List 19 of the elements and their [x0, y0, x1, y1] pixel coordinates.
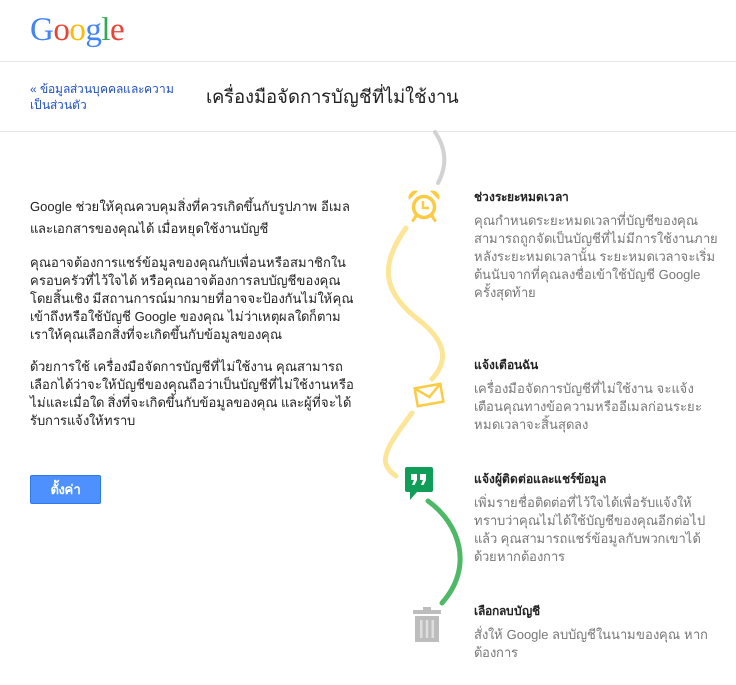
- timeline-curve: [433, 130, 446, 185]
- step-description: สั่งให้ Google ลบบัญชีในนามของคุณ หากต้องการ: [474, 626, 709, 662]
- intro-paragraph: ด้วยการใช้ เครื่องมือจัดการบัญชีที่ไม่ใช้งาน คุณสามารถเลือกได้ว่าจะให้บัญชีของคุณถือว่าเป็นบัญชีที่ไม่ใช้งานหรือไม่และเมื่อใด สิ่งที่จะเกิดขึ้นกับข้อมูลของคุณ และผู้ที่จะได้รับการแจ้งให้ทราบ: [30, 358, 355, 430]
- timeline-curve: [382, 410, 414, 478]
- back-link[interactable]: « ข้อมูลส่วนบุคคลและความเป็นส่วนตัว: [30, 80, 192, 112]
- intro-paragraph: คุณอาจต้องการแชร์ข้อมูลของคุณกับเพื่อนหรือสมาชิกในครอบครัวที่ไว้ใจได้ หรือคุณอาจต้องการลบบัญชีของคุณโดยสิ้นเชิง มีสถานการณ์มากมายที่อาจจะป้องกันไม่ให้คุณเข้าถึงหรือใช้บัญชี Google ของคุณ ไม่ว่าเหตุผลใดก็ตาม เราให้คุณเลือกสิ่งที่จะเกิดขึ้นกับข้อมูลของคุณ: [30, 254, 355, 344]
- alarm-clock-icon: [408, 190, 440, 222]
- quote-bubble-icon: [405, 467, 433, 500]
- step-title: เลือกลบบัญชี: [474, 603, 541, 620]
- page-title: เครื่องมือจัดการบัญชีที่ไม่ใช้งาน: [206, 84, 459, 110]
- trash-icon: [413, 607, 441, 642]
- step-description: คุณกำหนดระยะหมดเวลาที่บัญชีของคุณสามารถถูกจัดเป็นบัญชีที่ไม่มีการใช้งานภายหลังระยะหมดเวลานั้น ระยะหมดเวลาจะเริ่มต้นนับจากที่คุณลงชื่อเข้าใช้บัญชี Google ครั้งสุดท้าย: [474, 212, 719, 302]
- intro-paragraph: Google ช่วยให้คุณควบคุมสิ่งที่ควรเกิดขึ้นกับรูปภาพ อีเมล และเอกสารของคุณได้ เมื่อหยุดใช้งานบัญชี: [30, 196, 352, 238]
- step-description: เครื่องมือจัดการบัญชีที่ไม่ใช้งาน จะแจ้งเตือนคุณทางข้อความหรืออีเมลก่อนระยะหมดเวลาจะสิ้นสุดลง: [474, 380, 703, 434]
- step-description: เพิ่มรายชื่อติดต่อที่ไว้ใจได้เพื่อรับแจ้งให้ทราบว่าคุณไม่ได้ใช้บัญชีของคุณอีกต่อไปแล้ว คุณสามารถแชร์ข้อมูลกับพวกเขาได้ด้วยหากต้องการ: [474, 494, 706, 566]
- logo: Google: [30, 12, 124, 48]
- step-title: ช่วงระยะหมดเวลา: [474, 189, 570, 206]
- step-title: แจ้งผู้ติดต่อและแชร์ข้อมูล: [474, 471, 607, 488]
- step-title: แจ้งเตือนฉัน: [474, 357, 540, 374]
